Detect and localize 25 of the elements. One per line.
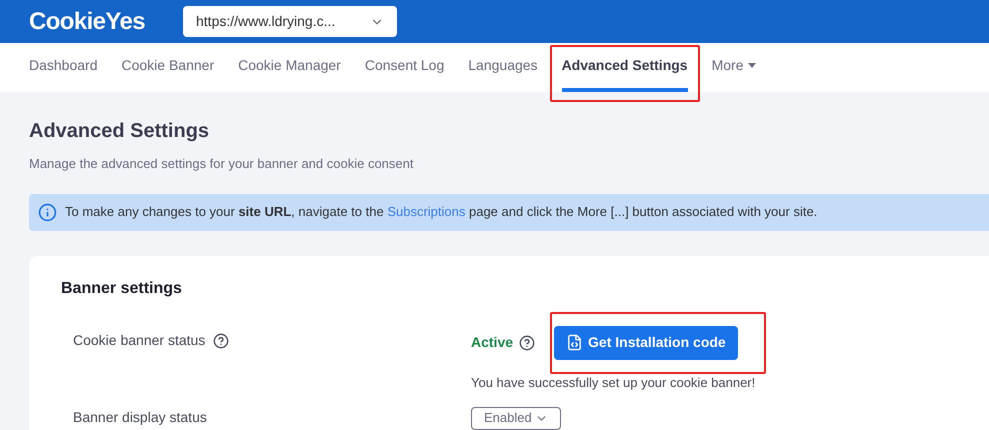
status-text: Active [471,333,514,352]
page-title: Advanced Settings [29,119,210,144]
display-status-dropdown[interactable]: Enabled [471,406,561,430]
get-installation-code-button[interactable]: Get Installation code [554,326,738,360]
info-icon [38,202,57,222]
nav-tab[interactable]: Cookie Manager [238,43,341,92]
page-subtitle: Manage the advanced settings for your banner and cookie consent [29,155,414,173]
caret-icon [748,63,756,68]
setting-label: Cookie banner status [73,331,206,350]
nav-tab[interactable]: Consent Log [364,43,444,92]
success-message: You have successfully set up your cookie banner! [471,374,756,392]
nav-tab[interactable]: Advanced Settings [562,43,688,92]
nav-tab[interactable]: Cookie Banner [122,43,214,92]
setting-label: Banner display status [73,409,207,425]
site-select[interactable]: https://www.ldrying.c... [183,6,397,37]
nav-tab[interactable]: Languages [468,43,538,92]
code-file-icon [566,334,584,351]
logo: CookieYes [29,6,145,36]
more-menu-tab[interactable]: More [712,43,756,92]
help-icon[interactable] [213,332,230,348]
nav-tab[interactable]: Dashboard [29,43,98,92]
subscriptions-link[interactable]: Subscriptions [387,204,466,220]
help-icon[interactable] [519,334,536,350]
section-title: Banner settings [61,278,183,298]
info-message: To make any changes to your site URL, navigate to the Subscriptions page and click the More [...] button associated with your site. [65,203,818,222]
